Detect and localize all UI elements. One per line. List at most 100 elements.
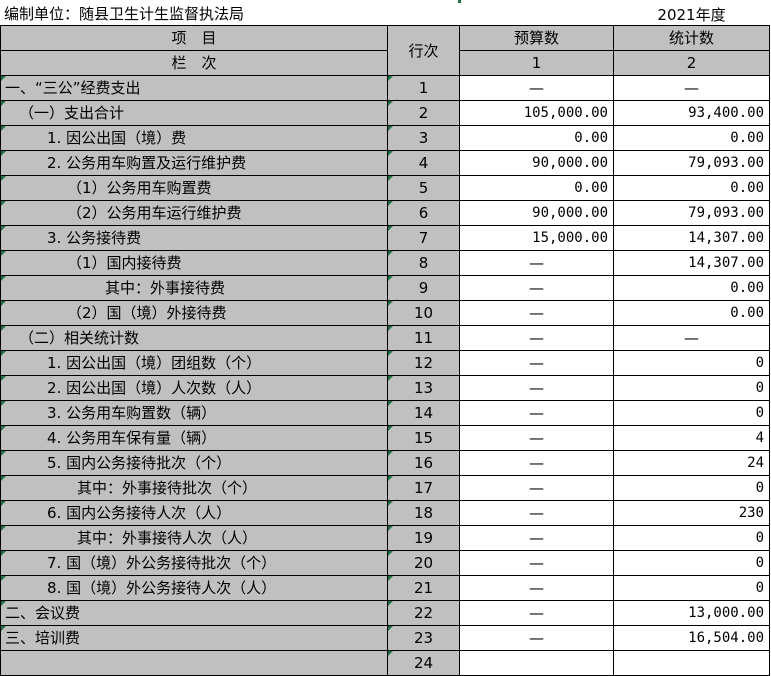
row-number[interactable]: 14 xyxy=(387,400,460,426)
row-label[interactable]: 其中：外事接待费 xyxy=(0,275,388,301)
row-label[interactable]: 2. 因公出国（境）人次数（人） xyxy=(0,375,388,401)
row-label[interactable]: 3. 公务用车购置数（辆） xyxy=(0,400,388,426)
row-label[interactable]: 7. 国（境）外公务接待批次（个） xyxy=(0,550,388,576)
row-label[interactable]: （2）国（境）外接待费 xyxy=(0,300,388,326)
row-number[interactable]: 18 xyxy=(387,500,460,526)
row-number[interactable]: 19 xyxy=(387,525,460,551)
row-number[interactable]: 15 xyxy=(387,425,460,451)
header-column[interactable]: 栏 次 xyxy=(0,50,388,76)
budget-value[interactable]: — xyxy=(459,575,614,601)
row-label[interactable]: 8. 国（境）外公务接待人次（人） xyxy=(0,575,388,601)
row-label[interactable]: （2）公务用车运行维护费 xyxy=(0,200,388,226)
budget-value[interactable]: 90,000.00 xyxy=(459,150,614,176)
row-number[interactable]: 9 xyxy=(387,275,460,301)
row-label[interactable]: 其中：外事接待批次（个） xyxy=(0,475,388,501)
row-number[interactable]: 16 xyxy=(387,450,460,476)
header-stats-no[interactable]: 2 xyxy=(613,50,770,76)
stats-value[interactable] xyxy=(613,650,770,676)
budget-value[interactable]: — xyxy=(459,425,614,451)
stats-value[interactable]: 13,000.00 xyxy=(613,600,770,626)
stats-value[interactable]: 0.00 xyxy=(613,300,770,326)
stats-value[interactable]: 4 xyxy=(613,425,770,451)
row-number[interactable]: 1 xyxy=(387,75,460,101)
row-number[interactable]: 11 xyxy=(387,325,460,351)
row-number[interactable]: 4 xyxy=(387,150,460,176)
stats-value[interactable]: 0 xyxy=(613,350,770,376)
budget-value[interactable]: 105,000.00 xyxy=(459,100,614,126)
row-number[interactable]: 7 xyxy=(387,225,460,251)
budget-value[interactable]: — xyxy=(459,475,614,501)
row-label[interactable]: 5. 国内公务接待批次（个） xyxy=(0,450,388,476)
stats-value[interactable]: 0.00 xyxy=(613,275,770,301)
header-budget-no[interactable]: 1 xyxy=(459,50,614,76)
budget-value[interactable]: 15,000.00 xyxy=(459,225,614,251)
budget-value[interactable]: — xyxy=(459,325,614,351)
row-label[interactable]: 6. 国内公务接待人次（人） xyxy=(0,500,388,526)
budget-value[interactable]: — xyxy=(459,250,614,276)
row-number[interactable]: 10 xyxy=(387,300,460,326)
row-label[interactable]: （一）支出合计 xyxy=(0,100,388,126)
row-label[interactable]: 其中：外事接待人次（人） xyxy=(0,525,388,551)
row-number[interactable]: 21 xyxy=(387,575,460,601)
row-number[interactable]: 3 xyxy=(387,125,460,151)
stats-value[interactable]: — xyxy=(613,75,770,101)
budget-value[interactable]: — xyxy=(459,600,614,626)
row-label[interactable]: 2. 公务用车购置及运行维护费 xyxy=(0,150,388,176)
row-label[interactable]: 3. 公务接待费 xyxy=(0,225,388,251)
budget-value[interactable]: 90,000.00 xyxy=(459,200,614,226)
row-number[interactable]: 8 xyxy=(387,250,460,276)
stats-value[interactable]: 24 xyxy=(613,450,770,476)
stats-value[interactable]: 0.00 xyxy=(613,175,770,201)
budget-value[interactable]: 0.00 xyxy=(459,175,614,201)
budget-value[interactable]: — xyxy=(459,375,614,401)
row-label[interactable]: 1. 因公出国（境）团组数（个） xyxy=(0,350,388,376)
stats-value[interactable]: 0 xyxy=(613,375,770,401)
budget-value[interactable]: — xyxy=(459,525,614,551)
row-label[interactable]: 三、培训费 xyxy=(0,625,388,651)
header-item[interactable]: 项 目 xyxy=(0,25,388,51)
row-number[interactable]: 5 xyxy=(387,175,460,201)
budget-value[interactable] xyxy=(459,650,614,676)
stats-value[interactable]: 79,093.00 xyxy=(613,200,770,226)
stats-value[interactable]: 14,307.00 xyxy=(613,250,770,276)
budget-value[interactable]: — xyxy=(459,400,614,426)
row-number[interactable]: 2 xyxy=(387,100,460,126)
row-number[interactable]: 6 xyxy=(387,200,460,226)
budget-value[interactable]: — xyxy=(459,300,614,326)
row-label[interactable]: （1）国内接待费 xyxy=(0,250,388,276)
stats-value[interactable]: 0 xyxy=(613,400,770,426)
row-number[interactable]: 17 xyxy=(387,475,460,501)
stats-value[interactable]: 0 xyxy=(613,525,770,551)
row-label[interactable]: 1. 因公出国（境）费 xyxy=(0,125,388,151)
row-label[interactable] xyxy=(0,650,388,676)
stats-value[interactable]: 0 xyxy=(613,575,770,601)
stats-value[interactable]: 0 xyxy=(613,550,770,576)
row-number[interactable]: 12 xyxy=(387,350,460,376)
stats-value[interactable]: 93,400.00 xyxy=(613,100,770,126)
row-label[interactable]: （二）相关统计数 xyxy=(0,325,388,351)
budget-value[interactable]: — xyxy=(459,625,614,651)
row-label[interactable]: 4. 公务用车保有量（辆） xyxy=(0,425,388,451)
row-label[interactable]: 一、“三公”经费支出 xyxy=(0,75,388,101)
row-number[interactable]: 22 xyxy=(387,600,460,626)
stats-value[interactable]: 16,504.00 xyxy=(613,625,770,651)
budget-value[interactable]: — xyxy=(459,550,614,576)
stats-value[interactable]: — xyxy=(613,325,770,351)
budget-value[interactable]: — xyxy=(459,75,614,101)
budget-value[interactable]: — xyxy=(459,350,614,376)
stats-value[interactable]: 0.00 xyxy=(613,125,770,151)
budget-value[interactable]: — xyxy=(459,450,614,476)
header-stats[interactable]: 统计数 xyxy=(613,25,770,51)
row-number[interactable]: 13 xyxy=(387,375,460,401)
row-label[interactable]: 二、会议费 xyxy=(0,600,388,626)
row-number[interactable]: 20 xyxy=(387,550,460,576)
budget-value[interactable]: — xyxy=(459,275,614,301)
header-row-no[interactable]: 行次 xyxy=(387,25,460,76)
budget-value[interactable]: — xyxy=(459,500,614,526)
row-number[interactable]: 23 xyxy=(387,625,460,651)
stats-value[interactable]: 0 xyxy=(613,475,770,501)
row-label[interactable]: （1）公务用车购置费 xyxy=(0,175,388,201)
budget-value[interactable]: 0.00 xyxy=(459,125,614,151)
stats-value[interactable]: 230 xyxy=(613,500,770,526)
header-budget[interactable]: 预算数 xyxy=(459,25,614,51)
